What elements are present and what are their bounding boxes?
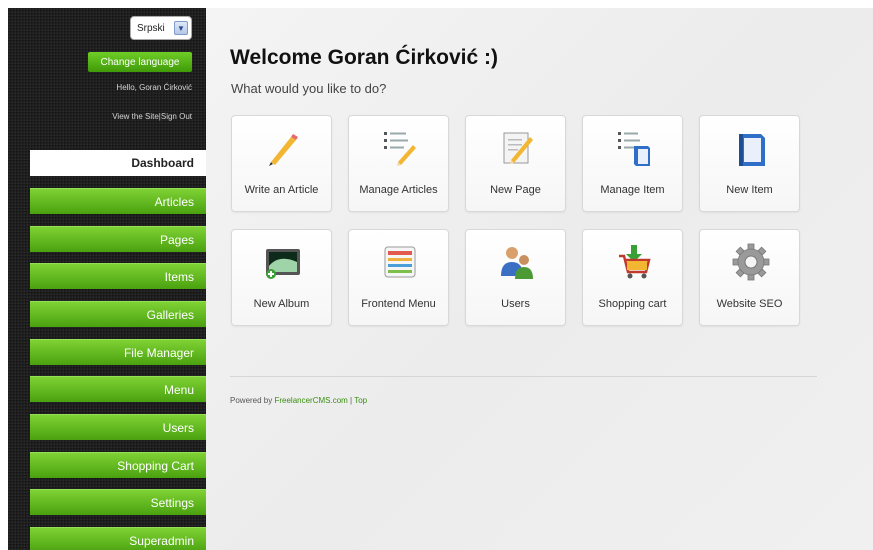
tile-label: New Item <box>726 184 773 196</box>
tile-label: Shopping cart <box>598 298 667 310</box>
tile-label: Manage Articles <box>359 184 438 196</box>
view-site-link[interactable]: View the Site <box>112 112 159 121</box>
tile-users[interactable]: Users <box>465 229 566 326</box>
nav-item-users[interactable]: Users <box>30 414 206 440</box>
gear-icon <box>732 243 770 281</box>
nav-item-shopping-cart[interactable]: Shopping Cart <box>30 452 206 478</box>
footer-prefix: Powered by <box>230 396 275 405</box>
nav-item-dashboard[interactable]: Dashboard <box>30 150 206 176</box>
site-links: View the Site|Sign Out <box>112 112 192 121</box>
tile-new-item[interactable]: New Item <box>699 115 800 212</box>
tile-manage-item[interactable]: Manage Item <box>582 115 683 212</box>
page-title: Welcome Goran Ćirković :) <box>230 46 499 69</box>
footer-divider <box>230 376 817 377</box>
tile-label: Users <box>501 298 530 310</box>
nav-item-superadmin[interactable]: Superadmin <box>30 527 206 550</box>
tile-new-page[interactable]: New Page <box>465 115 566 212</box>
chevron-down-icon[interactable]: ▼ <box>174 21 188 35</box>
change-language-button[interactable]: Change language <box>88 52 192 72</box>
nav-item-galleries[interactable]: Galleries <box>30 301 206 327</box>
user-greeting: Hello, Goran Ćirković <box>116 83 192 92</box>
menu-icon <box>384 246 416 278</box>
sign-out-link[interactable]: Sign Out <box>161 112 192 121</box>
tile-label: New Album <box>253 298 310 310</box>
language-select[interactable]: Srpski ▼ <box>130 16 192 40</box>
nav-item-settings[interactable]: Settings <box>30 489 206 515</box>
main-content: Welcome Goran Ćirković :) What would you… <box>206 8 873 550</box>
tile-label: Manage Item <box>600 184 665 196</box>
nav-item-menu[interactable]: Menu <box>30 376 206 402</box>
new-item-icon <box>739 134 765 166</box>
language-select-value: Srpski <box>137 22 165 34</box>
list-pencil-icon <box>384 132 416 166</box>
page-subtitle: What would you like to do? <box>231 81 387 96</box>
tile-label: Write an Article <box>244 184 319 196</box>
tile-label: Website SEO <box>716 298 783 310</box>
manage-item-icon <box>618 132 650 166</box>
pencil-icon <box>269 134 298 166</box>
tile-new-album[interactable]: New Album <box>231 229 332 326</box>
nav-item-items[interactable]: Items <box>30 263 206 289</box>
nav-item-file-manager[interactable]: File Manager <box>30 339 206 365</box>
footer-top-link[interactable]: Top <box>354 396 367 405</box>
tile-write-article[interactable]: Write an Article <box>231 115 332 212</box>
footer-cms-link[interactable]: FreelancerCMS.com <box>274 396 347 405</box>
tile-shopping-cart[interactable]: Shopping cart <box>582 229 683 326</box>
tile-website-seo[interactable]: Website SEO <box>699 229 800 326</box>
users-icon <box>501 247 533 279</box>
sidebar: Srpski ▼ Change language Hello, Goran Ći… <box>8 8 206 550</box>
tile-manage-articles[interactable]: Manage Articles <box>348 115 449 212</box>
tile-label: New Page <box>490 184 541 196</box>
nav-item-articles[interactable]: Articles <box>30 188 206 214</box>
tile-label: Frontend Menu <box>361 298 436 310</box>
shopping-cart-icon <box>619 245 651 279</box>
tile-frontend-menu[interactable]: Frontend Menu <box>348 229 449 326</box>
nav-item-pages[interactable]: Pages <box>30 226 206 252</box>
footer: Powered by FreelancerCMS.com | Top <box>230 396 367 405</box>
album-icon <box>266 249 300 279</box>
new-page-icon <box>503 132 533 164</box>
